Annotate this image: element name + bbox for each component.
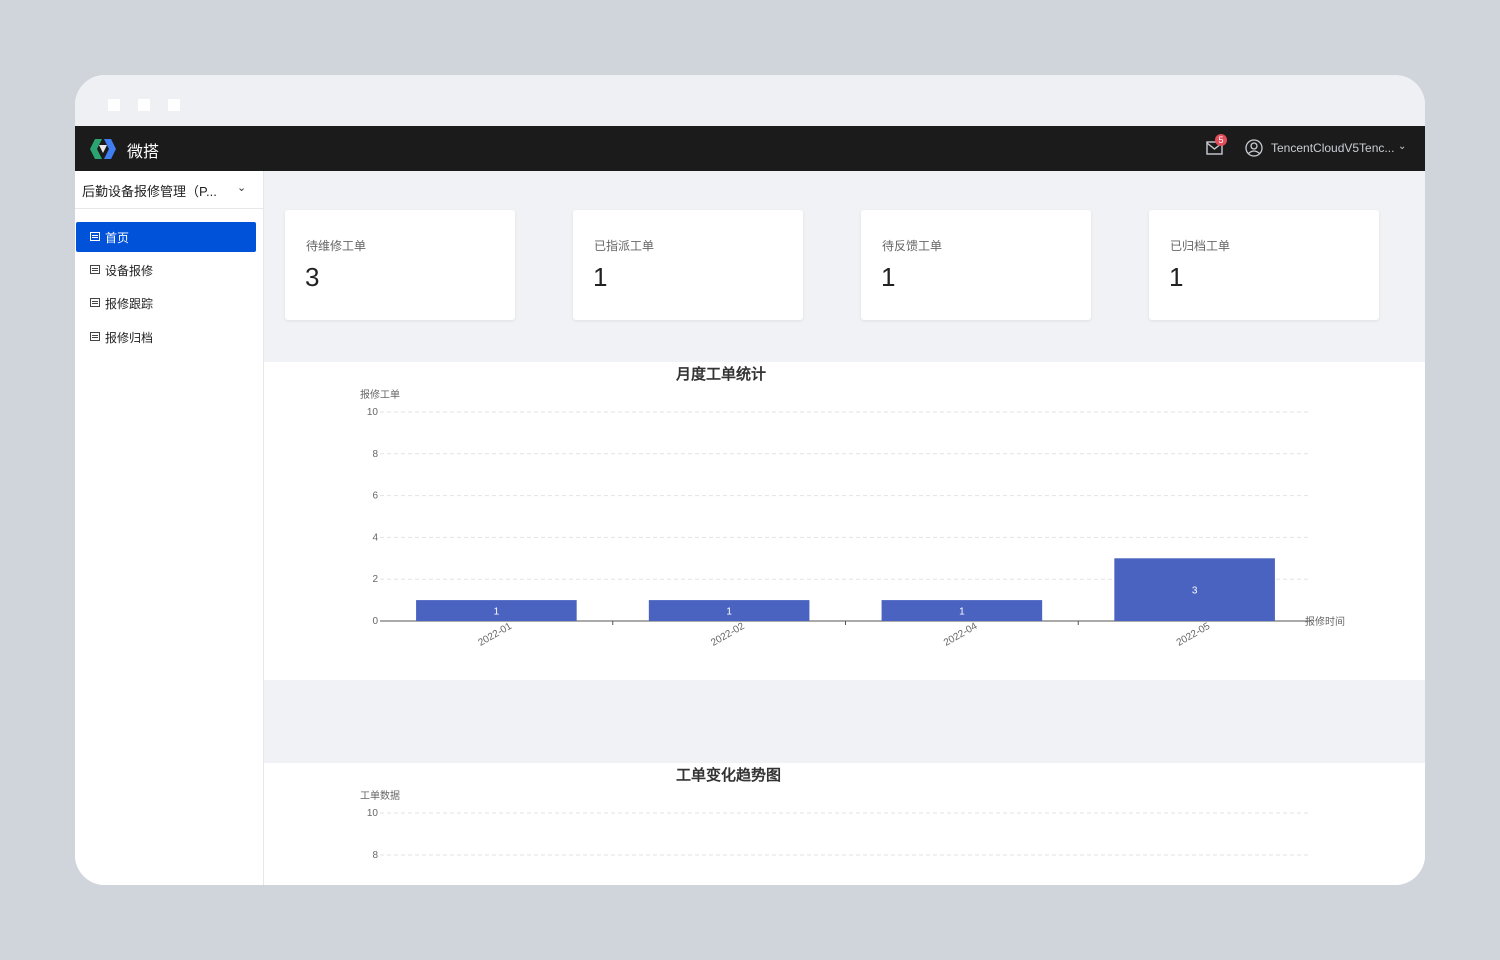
user-avatar-icon[interactable] xyxy=(1245,139,1263,157)
sidebar-item-repair-tracking[interactable]: 报修跟踪 xyxy=(76,288,256,318)
stat-label: 已指派工单 xyxy=(594,239,655,253)
bar-value-label: 1 xyxy=(959,607,965,618)
stat-value: 1 xyxy=(1169,262,1184,292)
page-icon xyxy=(90,265,100,274)
stat-card-pending-feedback: 待反馈工单 1 xyxy=(861,210,1091,320)
stat-card-archived: 已归档工单 1 xyxy=(1149,210,1379,320)
bar-chart: 0 2 4 6 8 10 报修工单报修时间 1 2022-01 1 2022-02 1 2022-04 3… xyxy=(360,388,1345,649)
line-chart: 工单数据 10 8 xyxy=(360,789,1311,861)
sidebar-item-label: 报修跟踪 xyxy=(105,297,154,311)
window-titlebar xyxy=(75,75,1425,126)
notification-badge: 5 xyxy=(1215,134,1227,146)
chevron-down-icon[interactable]: ⌄ xyxy=(1398,141,1406,152)
app-name[interactable]: 微搭 xyxy=(127,138,159,162)
y-tick-label: 4 xyxy=(372,532,378,543)
app-selector[interactable]: 后勤设备报修管理（P... ⌄ xyxy=(75,171,263,209)
window-dot-3 xyxy=(168,99,180,111)
sidebar-item-device-repair[interactable]: 设备报修 xyxy=(76,255,256,285)
y-tick-label: 8 xyxy=(372,850,378,861)
stat-card-assigned: 已指派工单 1 xyxy=(573,210,803,320)
x-axis-title: 报修时间 xyxy=(1305,615,1345,628)
top-navbar: 微搭 5 TencentCloudV5Tenc... ⌄ xyxy=(75,126,1425,171)
chevron-down-icon[interactable]: ⌄ xyxy=(237,181,246,194)
stat-label: 待维修工单 xyxy=(306,239,367,253)
main-content: 待维修工单 3 已指派工单 1 待反馈工单 1 已归档工单 1 月度工单统计 0… xyxy=(264,171,1425,885)
stat-label: 待反馈工单 xyxy=(882,239,943,253)
bar-value-label: 3 xyxy=(1192,586,1198,597)
x-tick-label: 2022-02 xyxy=(709,621,747,649)
app-logo-icon[interactable] xyxy=(89,137,117,161)
trend-chart-panel: 工单变化趋势图 工单数据 10 8 xyxy=(264,763,1425,885)
sidebar-item-label: 设备报修 xyxy=(105,264,154,278)
page-icon xyxy=(90,232,100,241)
page-icon xyxy=(90,332,100,341)
sidebar-item-label: 报修归档 xyxy=(105,331,154,345)
monthly-chart-panel: 月度工单统计 0 2 4 6 8 10 报修工单 报修时间 1 2022-01 1 2022-02 1 2… xyxy=(264,362,1425,680)
user-name[interactable]: TencentCloudV5Tenc... xyxy=(1271,141,1394,155)
y-tick-label: 10 xyxy=(367,808,379,819)
sidebar: 后勤设备报修管理（P... ⌄ 首页 设备报修 报修跟踪 报修归档 xyxy=(75,171,264,885)
x-tick-label: 2022-01 xyxy=(476,621,514,649)
y-axis-title: 工单数据 xyxy=(360,789,400,802)
y-tick-label: 6 xyxy=(372,491,378,502)
browser-window: 微搭 5 TencentCloudV5Tenc... ⌄ 后勤设备报修管理（P.… xyxy=(75,75,1425,885)
y-tick-label: 8 xyxy=(372,449,378,460)
page-icon xyxy=(90,298,100,307)
stat-card-pending-repair: 待维修工单 3 xyxy=(285,210,515,320)
x-tick-label: 2022-05 xyxy=(1175,621,1213,649)
y-tick-label: 0 xyxy=(372,616,378,627)
sidebar-item-home[interactable]: 首页 xyxy=(76,222,256,252)
y-axis-title: 报修工单 xyxy=(360,388,400,401)
stat-value: 1 xyxy=(881,262,896,292)
y-tick-label: 10 xyxy=(367,407,379,418)
window-dot-1 xyxy=(108,99,120,111)
stat-label: 已归档工单 xyxy=(1170,239,1231,253)
bar-value-label: 1 xyxy=(726,607,732,618)
stat-value: 1 xyxy=(593,262,608,292)
app-selector-title[interactable]: 后勤设备报修管理（P... xyxy=(82,181,217,200)
y-tick-label: 2 xyxy=(372,574,378,585)
sidebar-item-repair-archive[interactable]: 报修归档 xyxy=(76,322,256,352)
bar-value-label: 1 xyxy=(494,607,500,618)
x-tick-label: 2022-04 xyxy=(942,621,980,649)
sidebar-item-label: 首页 xyxy=(105,231,130,245)
stat-value: 3 xyxy=(305,262,320,292)
window-dot-2 xyxy=(138,99,150,111)
